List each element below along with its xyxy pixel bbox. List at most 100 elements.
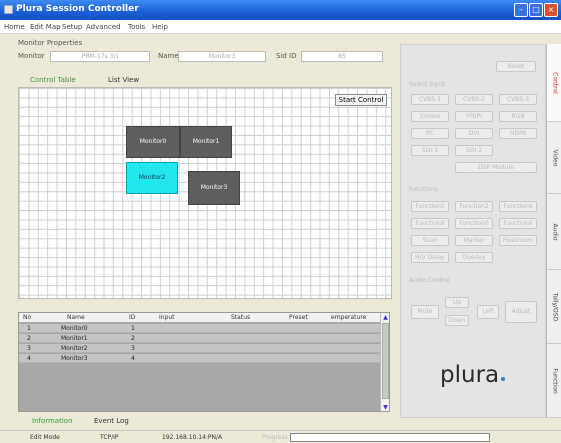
reset-button[interactable]: Reset	[496, 61, 536, 72]
side-tab-video[interactable]: Video	[547, 122, 561, 194]
volume-up-button[interactable]: Up	[445, 297, 469, 308]
cell-no: 1	[27, 325, 31, 332]
status-protocol: TCP/IP	[100, 434, 119, 441]
input-cvbs2-button[interactable]: CVBS-2	[455, 94, 493, 105]
function-button[interactable]: Function0	[455, 218, 493, 229]
col-no: No	[23, 314, 32, 321]
cell-id: 4	[131, 355, 135, 362]
name-label: Name	[158, 52, 179, 60]
input-hdmi-button[interactable]: HDMI	[499, 128, 537, 139]
title-bar[interactable]: Plura Session Controller – □ ×	[0, 0, 561, 20]
cell-name: Monitor0	[61, 325, 88, 332]
function-button[interactable]: Function6	[499, 218, 537, 229]
table-row[interactable]: 2 Monitor1 2	[19, 334, 381, 343]
input-cvbs1-button[interactable]: CVBS-1	[411, 94, 449, 105]
scroll-thumb[interactable]	[382, 323, 389, 399]
sid-field[interactable]: 85	[301, 51, 383, 62]
input-sdi1-button[interactable]: SDI-1	[411, 145, 449, 156]
select-input-label: Select Input	[409, 81, 445, 88]
monitor-canvas[interactable]: Start Control Monitor0 Monitor1 Monitor2…	[18, 87, 392, 299]
monitor-tile[interactable]: Monitor0	[126, 126, 180, 158]
cell-name: Monitor1	[61, 335, 88, 342]
adjust-button[interactable]: Adjust	[505, 301, 537, 323]
menu-tools[interactable]: Tools	[128, 23, 145, 31]
monitor-tile[interactable]: Monitor1	[180, 126, 232, 158]
dsp-module-button[interactable]: DSP Module	[455, 162, 537, 173]
input-dvi-button[interactable]: DVI	[455, 128, 493, 139]
function-button[interactable]: Function8	[411, 218, 449, 229]
table-row[interactable]: 4 Monitor3 4	[19, 354, 381, 363]
bottom-tabs: Information Event Log	[18, 415, 178, 427]
tab-control-table[interactable]: Control Table	[30, 76, 76, 84]
table-row[interactable]: 1 Monitor0 1	[19, 324, 381, 333]
table-header: No Name ID Input Status Preset emperatur…	[19, 313, 389, 323]
menu-help[interactable]: Help	[152, 23, 168, 31]
col-temperature: emperature	[331, 314, 367, 321]
side-tab-function[interactable]: Function	[547, 344, 561, 418]
overlay-button[interactable]: Overlay	[455, 252, 493, 263]
col-id: ID	[129, 314, 136, 321]
monitor-tile[interactable]: Monitor3	[188, 171, 240, 205]
tab-information[interactable]: Information	[32, 417, 73, 425]
plura-logo: plura	[440, 362, 506, 388]
menu-edit-map[interactable]: Edit Map	[30, 23, 61, 31]
menu-setup[interactable]: Setup	[62, 23, 82, 31]
side-tab-label: Function	[551, 367, 559, 394]
menu-home[interactable]: Home	[4, 23, 25, 31]
sid-label: Sid ID	[276, 52, 297, 60]
name-field[interactable]: Monitor3	[178, 51, 266, 62]
volume-down-button[interactable]: Down	[445, 315, 469, 326]
tab-event-log[interactable]: Event Log	[94, 417, 129, 425]
table-row[interactable]: 3 Monitor2 3	[19, 344, 381, 353]
start-control-button[interactable]: Start Control	[335, 94, 387, 106]
cell-no: 4	[27, 355, 31, 362]
menu-advanced[interactable]: Advanced	[86, 23, 121, 31]
pixelzoom-button[interactable]: Pixelzoom	[499, 235, 537, 246]
hv-delay-button[interactable]: H/V Delay	[411, 252, 449, 263]
cell-name: Monitor2	[61, 345, 88, 352]
input-rgb-button[interactable]: RGB	[499, 111, 537, 122]
minimize-button[interactable]: –	[514, 3, 528, 17]
marker-button[interactable]: Marker	[455, 235, 493, 246]
functions-label: Functions	[409, 186, 438, 193]
cell-id: 1	[131, 325, 135, 332]
cell-id: 3	[131, 345, 135, 352]
side-tab-tally-osd[interactable]: Tally/OSD	[547, 270, 561, 344]
monitor-label: Monitor	[18, 52, 45, 60]
monitor-tile-selected[interactable]: Monitor2	[126, 162, 178, 194]
input-svideo-button[interactable]: SVideo	[411, 111, 449, 122]
side-tabs: Control Video Audio Tally/OSD Function	[546, 44, 561, 418]
side-tab-audio[interactable]: Audio	[547, 194, 561, 270]
side-tab-label: Audio	[551, 222, 559, 241]
function-button[interactable]: Function6	[499, 201, 537, 212]
scroll-down-icon[interactable]: ▼	[381, 403, 389, 411]
input-pc-button[interactable]: PC	[411, 128, 449, 139]
function-button[interactable]: Function2	[455, 201, 493, 212]
side-tab-label: Control	[551, 71, 559, 94]
app-window: Plura Session Controller – □ × Home Edit…	[0, 0, 561, 443]
mute-button[interactable]: Mute	[411, 305, 439, 319]
monitor-properties: Monitor Properties Monitor PRM-17s 3G Na…	[18, 36, 396, 66]
col-name: Name	[67, 314, 85, 321]
status-address: 192.168.10.14:PN/A	[162, 434, 223, 441]
table-scrollbar[interactable]: ▲ ▼	[380, 313, 389, 411]
maximize-button[interactable]: □	[529, 3, 543, 17]
monitor-field[interactable]: PRM-17s 3G	[50, 51, 150, 62]
function-button[interactable]: Function0	[411, 201, 449, 212]
input-cvbs3-button[interactable]: CVBS-3	[499, 94, 537, 105]
cell-no: 2	[27, 335, 31, 342]
scroll-up-icon[interactable]: ▲	[381, 313, 389, 322]
status-bar: Edit Mode TCP/IP 192.168.10.14:PN/A Prog…	[0, 430, 561, 443]
scan-button[interactable]: Scan	[411, 235, 449, 246]
app-icon	[4, 5, 13, 14]
close-button[interactable]: ×	[544, 3, 558, 17]
menu-bar: Home Edit Map Setup Advanced Tools Help	[0, 20, 561, 34]
input-ypbpr-button[interactable]: YPbPr	[455, 111, 493, 122]
side-tab-control[interactable]: Control	[547, 44, 561, 122]
audio-control-label: Audio Control	[409, 277, 450, 284]
input-sdi2-button[interactable]: SDI-2	[455, 145, 493, 156]
left-button[interactable]: Left	[477, 305, 499, 319]
cell-no: 3	[27, 345, 31, 352]
monitor-properties-heading: Monitor Properties	[18, 39, 83, 47]
tab-list-view[interactable]: List View	[108, 76, 139, 84]
